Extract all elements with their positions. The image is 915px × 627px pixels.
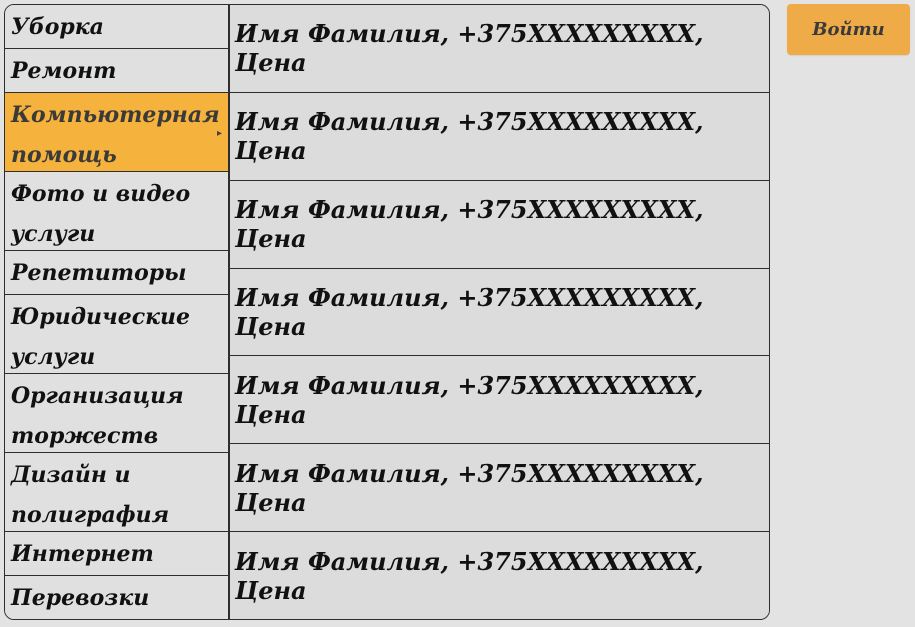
category-label-line2: помощь (11, 142, 117, 168)
category-label: Интернет (11, 541, 154, 567)
category-label: Компьютерная (11, 102, 220, 128)
category-sidebar: Уборка Ремонт техники Компьютерная помощ… (5, 5, 230, 619)
listing-row[interactable]: Имя Фамилия, +375XXXXXXXXX, Цена (230, 180, 769, 269)
category-item-appliance-repair[interactable]: Ремонт техники (5, 49, 228, 93)
category-label: Ремонт техники (11, 58, 117, 84)
category-label: Перевозки (11, 585, 150, 611)
category-label: Дизайн и (11, 462, 131, 488)
category-label: Репетиторы (11, 260, 187, 286)
listing-text: Имя Фамилия, +375XXXXXXXXX, Цена (235, 107, 704, 166)
category-label: Организация (11, 383, 184, 409)
category-item-legal-services[interactable]: Юридические услуги (5, 295, 228, 374)
listing-row[interactable]: Имя Фамилия, +375XXXXXXXXX, Цена (230, 5, 769, 93)
category-label-line2: торжеств (11, 423, 159, 449)
category-label: Юридические (11, 304, 190, 330)
listing-text: Имя Фамилия, +375XXXXXXXXX, Цена (235, 19, 704, 78)
listing-row[interactable]: Имя Фамилия, +375XXXXXXXXX, Цена (230, 92, 769, 181)
category-item-design-printing[interactable]: Дизайн и полиграфия (5, 453, 228, 532)
listings-list: Имя Фамилия, +375XXXXXXXXX, Цена Имя Фам… (230, 5, 769, 619)
category-label-line2: услуги (11, 221, 96, 247)
listing-text: Имя Фамилия, +375XXXXXXXXX, Цена (235, 283, 704, 341)
listing-text: Имя Фамилия, +375XXXXXXXXX, Цена (235, 195, 704, 254)
category-item-event-organization[interactable]: Организация торжеств (5, 374, 228, 453)
category-item-cleaning[interactable]: Уборка (5, 5, 228, 49)
listing-text: Имя Фамилия, +375XXXXXXXXX, Цена (235, 546, 704, 605)
listing-row[interactable]: Имя Фамилия, +375XXXXXXXXX, Цена (230, 444, 769, 533)
services-panel: Уборка Ремонт техники Компьютерная помощ… (4, 4, 770, 620)
category-item-internet[interactable]: Интернет (5, 532, 228, 576)
category-item-transport[interactable]: Перевозки (5, 576, 228, 619)
category-item-tutors[interactable]: Репетиторы (5, 251, 228, 295)
category-item-photo-video[interactable]: Фото и видео услуги (5, 172, 228, 251)
listing-row[interactable]: Имя Фамилия, +375XXXXXXXXX, Цена (230, 356, 769, 445)
category-label: Фото и видео (11, 181, 191, 207)
category-label-line2: полиграфия (11, 502, 170, 528)
listing-row[interactable]: Имя Фамилия, +375XXXXXXXXX, Цена (230, 268, 769, 357)
category-label: Уборка (11, 14, 104, 40)
caret-right-icon: ▸ (216, 128, 222, 139)
listing-row[interactable]: Имя Фамилия, +375XXXXXXXXX, Цена (230, 532, 769, 619)
listing-text: Имя Фамилия, +375XXXXXXXXX, Цена (235, 370, 704, 429)
category-item-computer-help[interactable]: Компьютерная помощь ▸ (5, 93, 228, 172)
listing-text: Имя Фамилия, +375XXXXXXXXX, Цена (235, 458, 704, 517)
login-button[interactable]: Войти (787, 4, 910, 55)
category-label-line2: услуги (11, 344, 96, 370)
